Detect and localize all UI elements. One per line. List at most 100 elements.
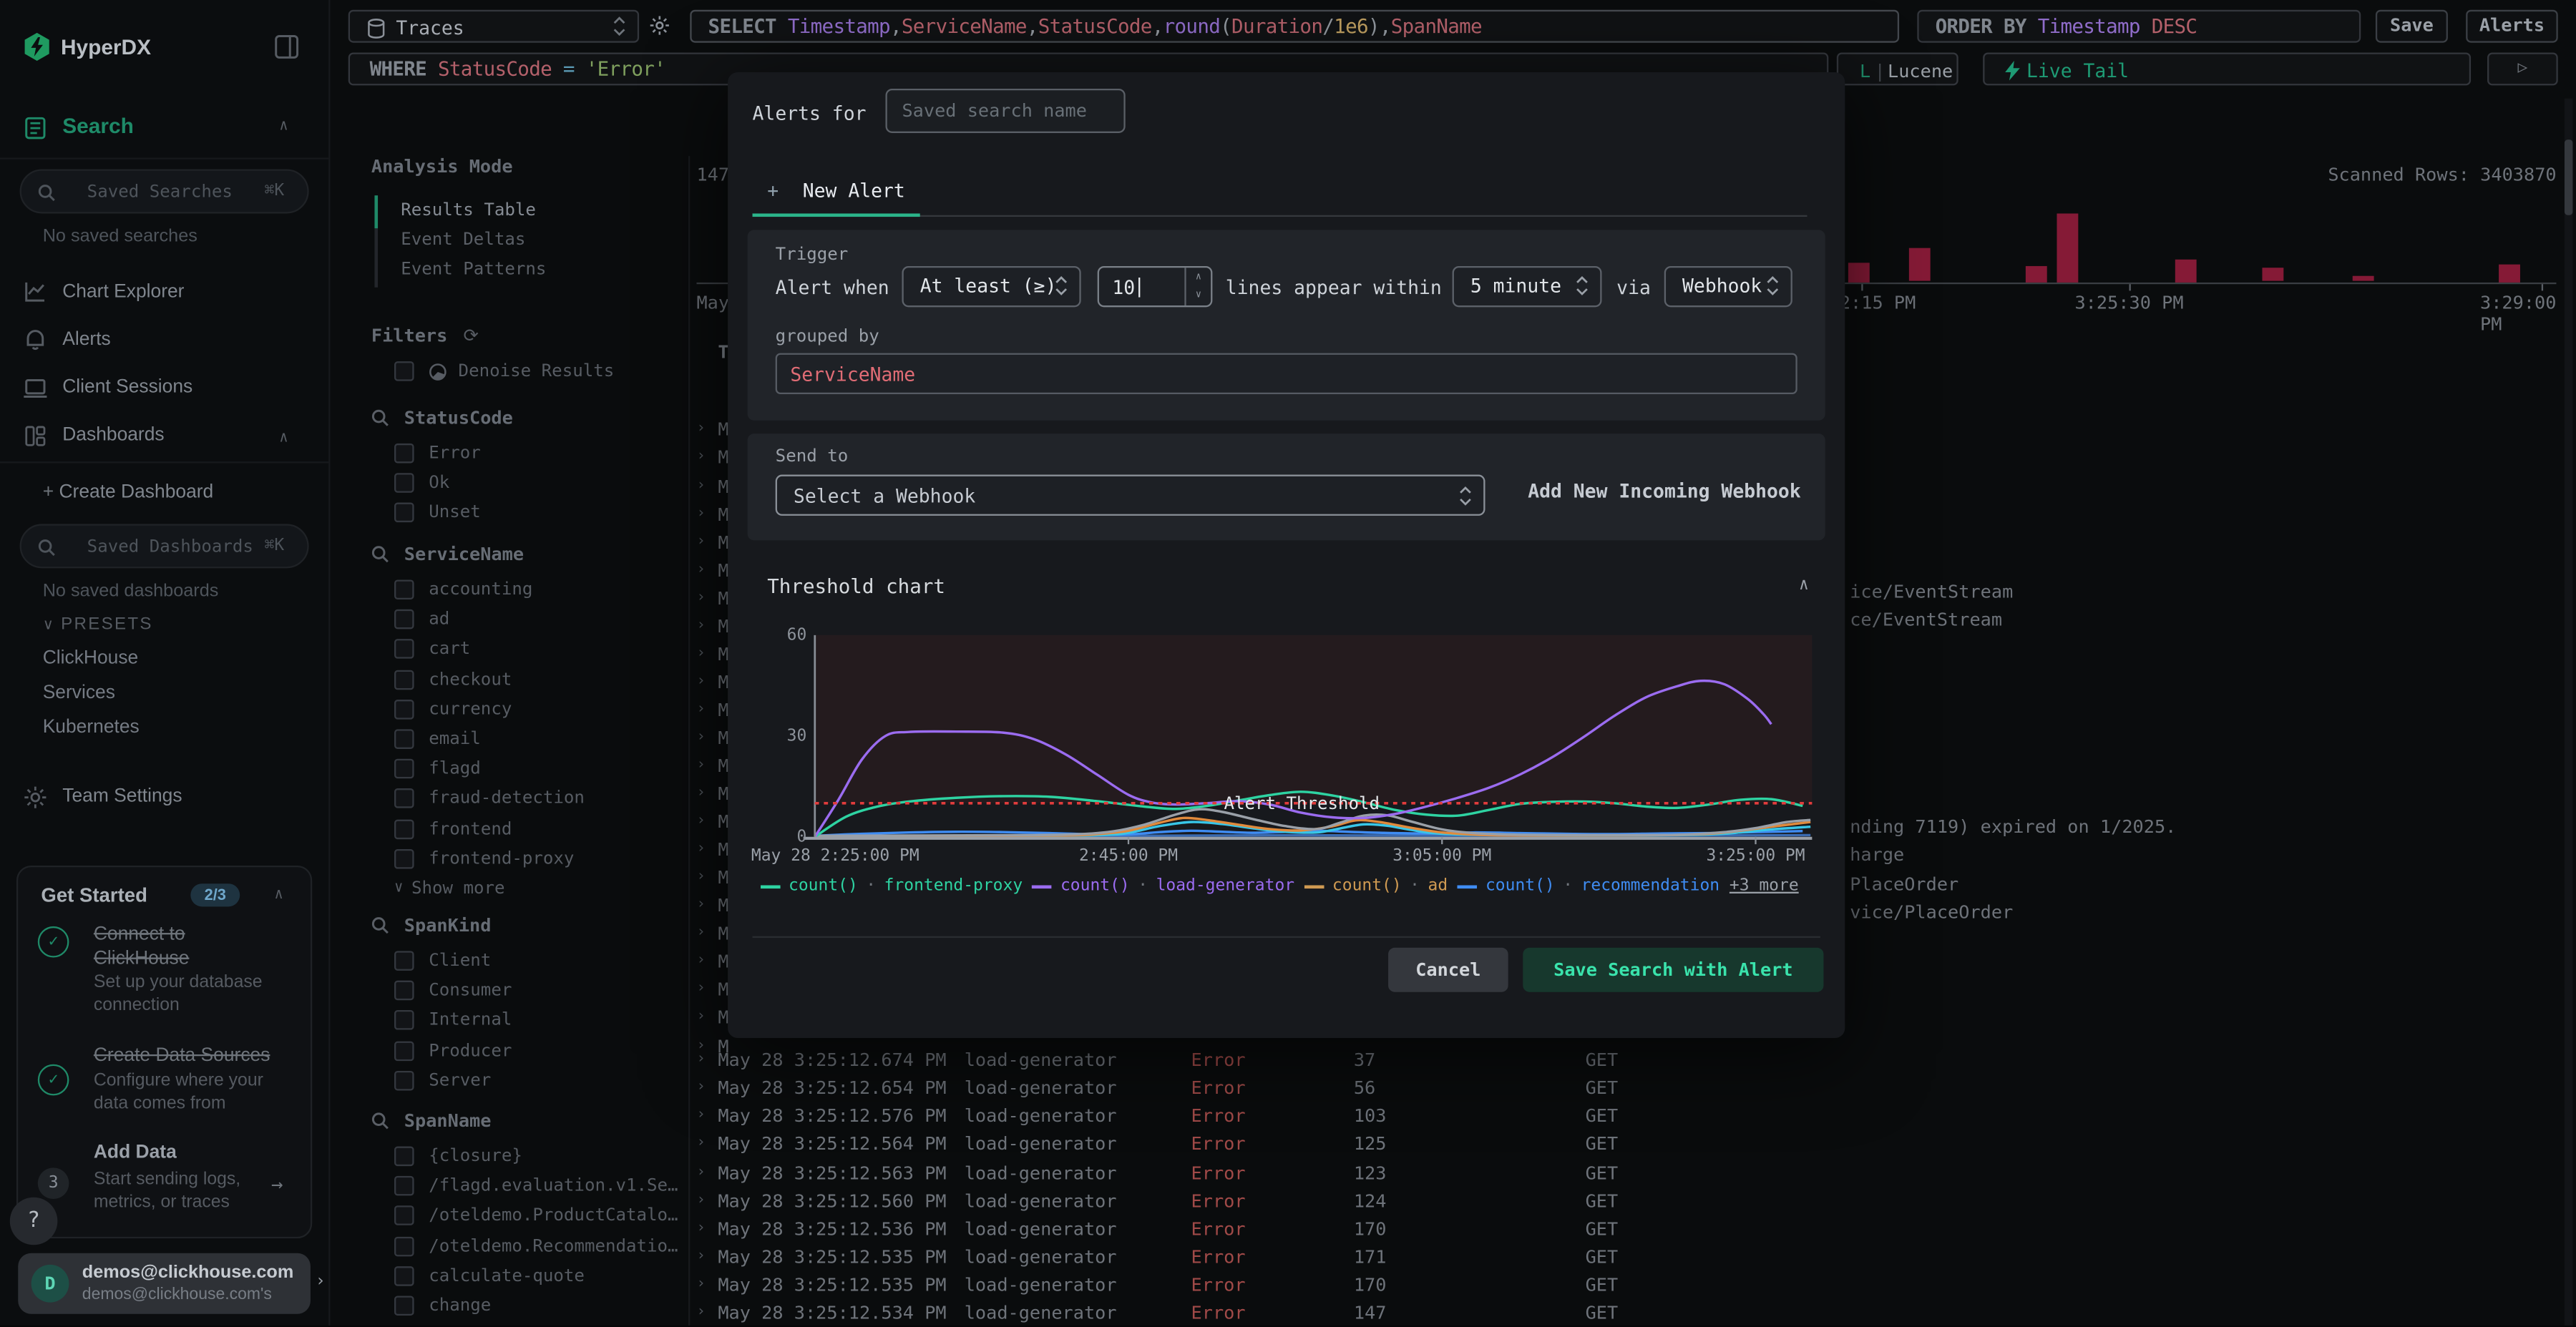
legend-dash-icon [1032, 884, 1053, 888]
threshold-chart-title: Threshold chart [767, 574, 946, 598]
cell-timestamp: May 28 3:25:12.576 PM [718, 1106, 947, 1127]
expand-chevron-icon[interactable]: › [696, 1192, 705, 1208]
expand-chevron-icon[interactable]: › [696, 729, 705, 745]
webhook-select[interactable]: Select a Webhook [775, 474, 1485, 516]
table-row[interactable]: › May 28 3:25:12.560 PM load-generator Erro… [690, 1187, 2556, 1215]
help-button[interactable]: ? [9, 1197, 58, 1245]
cell-timestamp: May 28 3:25:12.654 PM [718, 1077, 947, 1100]
expand-chevron-icon[interactable]: › [696, 1220, 705, 1236]
cell-service-name: load-generator [964, 1134, 1117, 1156]
expand-chevron-icon[interactable]: › [696, 617, 705, 634]
expand-chevron-icon[interactable]: › [696, 1135, 705, 1152]
grouped-by-input[interactable]: ServiceName [775, 352, 1797, 393]
cell-duration: 103 [1353, 1106, 1387, 1127]
threshold-count-input[interactable]: 10 ∧ ∨ [1097, 265, 1213, 307]
table-row[interactable]: › May 28 3:25:12.564 PM load-generator Erro… [690, 1131, 2556, 1159]
expand-chevron-icon[interactable]: › [696, 1164, 705, 1180]
cell-service-name: load-generator [964, 1049, 1117, 1072]
expand-chevron-icon[interactable]: › [696, 421, 705, 438]
expand-chevron-icon[interactable]: › [696, 645, 705, 662]
cell-service-name: load-generator [964, 1218, 1117, 1240]
expand-chevron-icon[interactable]: › [696, 561, 705, 577]
cell-span-name: GET [1585, 1134, 1619, 1156]
number-spinner[interactable]: ∧ ∨ [1184, 267, 1211, 305]
window-select[interactable]: 5 minute [1452, 265, 1602, 307]
threshold-chart: 0 30 60 May 28 2:25:00 PM 2:45:00 PM 3:05:00 … [751, 626, 1813, 865]
expand-chevron-icon[interactable]: › [696, 533, 705, 549]
expand-chevron-icon[interactable]: › [696, 813, 705, 830]
add-webhook-button[interactable]: Add New Incoming Webhook [1528, 479, 1801, 502]
cell-timestamp: May 28 3:25:12.674 PM [718, 1049, 947, 1072]
cell-service-name: load-generator [964, 1077, 1117, 1100]
condition-select[interactable]: At least (≥) [902, 265, 1081, 307]
legend-more-link[interactable]: +3 more [1729, 877, 1799, 895]
expand-chevron-icon[interactable]: › [696, 1248, 705, 1264]
legend-dash-icon [1457, 884, 1478, 888]
expand-chevron-icon[interactable]: › [696, 897, 705, 914]
legend-item: count() · load-generator [1032, 877, 1294, 896]
table-row[interactable]: › May 28 3:25:12.576 PM load-generator Erro… [690, 1102, 2556, 1130]
expand-chevron-icon[interactable]: › [696, 757, 705, 773]
cell-timestamp: May 28 3:25:12.535 PM [718, 1273, 947, 1296]
expand-chevron-icon[interactable]: › [696, 841, 705, 858]
alerts-for-label: Alerts for [752, 102, 867, 125]
expand-chevron-icon[interactable]: › [696, 981, 705, 998]
expand-chevron-icon[interactable]: › [696, 1079, 705, 1096]
cell-duration: 147 [1353, 1302, 1387, 1323]
expand-chevron-icon[interactable]: › [696, 1275, 705, 1292]
table-row[interactable]: › May 28 3:25:12.536 PM load-generator Erro… [690, 1215, 2556, 1243]
expand-chevron-icon[interactable]: › [696, 673, 705, 690]
expand-chevron-icon[interactable]: › [696, 1052, 705, 1068]
table-row[interactable]: › May 28 3:25:12.674 PM load-generator Erro… [690, 1047, 2556, 1074]
table-row[interactable]: › May 28 3:25:12.534 PM load-generator Erro… [690, 1298, 2556, 1326]
expand-chevron-icon[interactable]: › [696, 505, 705, 522]
expand-chevron-icon[interactable]: › [696, 1303, 705, 1320]
scrollbar-track[interactable] [2564, 98, 2573, 1326]
cancel-button[interactable]: Cancel [1388, 947, 1508, 992]
table-row[interactable]: › May 28 3:25:12.563 PM load-generator Erro… [690, 1159, 2556, 1187]
save-search-with-alert-button[interactable]: Save Search with Alert [1523, 947, 1824, 992]
cell-duration: 171 [1353, 1245, 1387, 1268]
legend-separator: · [1563, 877, 1574, 896]
expand-chevron-icon[interactable]: › [696, 785, 705, 802]
legend-separator: · [866, 877, 877, 896]
x-tick-label: 3:25:00 PM [1706, 846, 1805, 865]
collapse-chart-icon[interactable]: ∧ [1799, 577, 1809, 594]
select-updown-icon [1767, 276, 1779, 295]
histogram-bar [2174, 258, 2196, 282]
expand-chevron-icon[interactable]: › [696, 1009, 705, 1026]
table-row[interactable]: › May 28 3:25:12.654 PM load-generator Erro… [690, 1074, 2556, 1102]
table-row[interactable]: › May 28 3:25:12.535 PM load-generator Erro… [690, 1243, 2556, 1270]
cell-status-code: Error [1191, 1245, 1246, 1268]
row-partial-span-name: vice/PlaceOrder [1850, 901, 2014, 924]
legend-item: count() · recommendation [1457, 877, 1720, 896]
table-row[interactable]: › May 28 3:25:12.535 PM load-generator Erro… [690, 1270, 2556, 1298]
expand-chevron-icon[interactable]: › [696, 477, 705, 494]
legend-item: count() · ad [1304, 877, 1448, 895]
row-partial-span-name: harge [1850, 844, 1905, 866]
expand-chevron-icon[interactable]: › [696, 869, 705, 886]
expand-chevron-icon[interactable]: › [696, 925, 705, 941]
spinner-down-icon[interactable]: ∨ [1186, 285, 1211, 303]
cell-span-name: GET [1585, 1162, 1619, 1184]
scrollbar-thumb[interactable] [2564, 139, 2573, 215]
footer-divider [752, 935, 1820, 937]
send-to-section: Send to Select a Webhook Add New Incomin… [747, 434, 1825, 540]
legend-fn: count() [1485, 877, 1555, 896]
expand-chevron-icon[interactable]: › [696, 1107, 705, 1124]
saved-search-name-input[interactable]: Saved search name [885, 88, 1126, 133]
cell-span-name: GET [1585, 1106, 1619, 1127]
legend-separator: · [1138, 877, 1148, 896]
legend-service: recommendation [1581, 877, 1720, 896]
cell-service-name: load-generator [964, 1190, 1117, 1212]
expand-chevron-icon[interactable]: › [696, 701, 705, 718]
cell-timestamp: May 28 3:25:12.535 PM [718, 1245, 947, 1268]
cell-timestamp: May 28 3:25:12.534 PM [718, 1302, 947, 1323]
spinner-up-icon[interactable]: ∧ [1186, 267, 1211, 285]
expand-chevron-icon[interactable]: › [696, 589, 705, 606]
tab-new-alert[interactable]: + New Alert [767, 172, 905, 204]
legend-fn: count() [789, 877, 858, 896]
channel-select[interactable]: Webhook [1664, 265, 1792, 307]
expand-chevron-icon[interactable]: › [696, 449, 705, 466]
expand-chevron-icon[interactable]: › [696, 953, 705, 969]
